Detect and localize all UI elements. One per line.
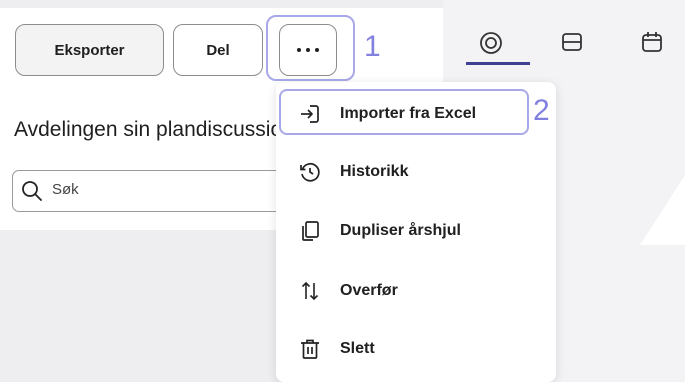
search-input[interactable]: [50, 180, 274, 199]
search-box[interactable]: [12, 170, 302, 212]
history-icon: [300, 162, 320, 182]
page-title: Avdelingen sin plandiscussion: [14, 118, 276, 141]
calendar-icon: [642, 32, 662, 52]
tab-rows-view[interactable]: [560, 30, 584, 59]
menu-item-transfer[interactable]: Overfør: [276, 270, 556, 312]
active-tab-indicator: [466, 62, 530, 65]
tab-calendar-view[interactable]: [640, 30, 664, 59]
export-button-label: Eksporter: [54, 41, 125, 59]
export-button[interactable]: Eksporter: [15, 24, 164, 76]
menu-item-delete[interactable]: Slett: [276, 328, 556, 370]
menu-item-duplicate[interactable]: Dupliser årshjul: [276, 210, 556, 252]
menu-item-label: Slett: [340, 340, 375, 357]
menu-item-label: Dupliser årshjul: [340, 222, 461, 239]
share-button[interactable]: Del: [173, 24, 263, 76]
target-icon: [480, 32, 502, 54]
menu-item-label: Overfør: [340, 282, 398, 299]
tab-circle-view[interactable]: [478, 30, 504, 61]
search-icon: [22, 181, 42, 201]
step1-highlight: [266, 15, 355, 81]
menu-item-history[interactable]: Historikk: [276, 151, 556, 193]
transfer-icon: [301, 281, 319, 301]
layout-rows-icon: [562, 33, 582, 51]
share-button-label: Del: [206, 41, 230, 59]
menu-item-label: Historikk: [340, 163, 409, 180]
step1-number: 1: [364, 30, 381, 63]
step2-number: 2: [533, 94, 550, 127]
step2-highlight: [279, 89, 529, 135]
trash-icon: [301, 339, 319, 359]
duplicate-icon: [302, 221, 319, 241]
background-watermark: [640, 175, 685, 245]
